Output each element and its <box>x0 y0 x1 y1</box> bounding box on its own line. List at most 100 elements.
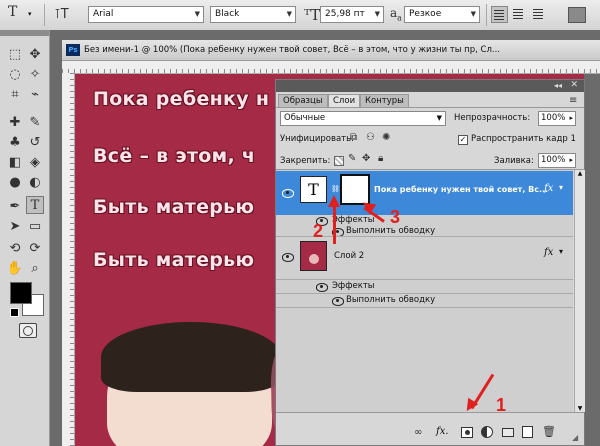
tab-layers[interactable]: Слои <box>328 94 361 108</box>
divider <box>276 307 573 308</box>
document-tab[interactable]: Ps Без имени-1 @ 100% (Пока ребенку нуже… <box>62 40 600 61</box>
canvas-text-line: Быть матерью <box>93 249 255 271</box>
visibility-eye-icon[interactable] <box>316 283 328 292</box>
hand-tool-icon[interactable]: ✋ <box>6 260 24 278</box>
chain-link-icon[interactable]: ⛓ <box>331 185 340 193</box>
layer-name[interactable]: Слой 2 <box>334 251 364 261</box>
text-layer-thumbnail[interactable]: T <box>300 176 327 203</box>
unify-style-icon[interactable]: ✺ <box>382 132 390 143</box>
paint-bucket-tool-icon[interactable]: ◈ <box>26 154 44 172</box>
effects-label: Эффекты <box>332 215 375 225</box>
align-center-icon[interactable] <box>510 6 527 23</box>
healing-brush-tool-icon[interactable]: ✚ <box>6 114 24 132</box>
align-left-icon[interactable] <box>491 6 508 23</box>
unify-position-icon[interactable]: ⧉ <box>350 132 357 143</box>
trash-icon[interactable]: 🗑︎ <box>542 425 556 438</box>
eyedropper-tool-icon[interactable]: ⌁ <box>26 86 44 104</box>
marquee-tool-icon[interactable]: ⬚ <box>6 46 24 64</box>
adjustment-icon[interactable] <box>481 426 493 438</box>
workspace-bg <box>50 30 600 40</box>
expand-effects-icon[interactable]: ▾ <box>559 183 563 192</box>
shape-tool-icon[interactable]: ▭ <box>26 218 44 236</box>
3d-rotate-tool-icon[interactable]: ⟲ <box>6 240 24 258</box>
ruler-vertical <box>62 73 75 446</box>
tab-paths[interactable]: Контуры <box>360 94 409 108</box>
image-layer-thumbnail[interactable] <box>300 241 327 271</box>
lock-pixels-icon[interactable]: ✎ <box>348 153 356 164</box>
default-colors-icon[interactable] <box>10 308 19 317</box>
crop-tool-icon[interactable]: ⌗ <box>6 86 24 104</box>
3d-orbit-tool-icon[interactable]: ⟳ <box>26 240 44 258</box>
propagate-label: Распространить кадр 1 <box>471 134 576 144</box>
zoom-tool-icon[interactable]: ⌕ <box>26 260 44 278</box>
collapse-icon[interactable]: ◂◂ <box>554 81 562 90</box>
panel-header: ◂◂ ✕ <box>276 80 584 92</box>
annotation-number: 3 <box>390 207 401 227</box>
expand-effects-icon[interactable]: ▾ <box>559 247 563 256</box>
magic-wand-tool-icon[interactable]: ✧ <box>26 66 44 84</box>
tab-swatches[interactable]: Образцы <box>278 94 328 108</box>
pen-tool-icon[interactable]: ✒ <box>6 198 24 216</box>
type-tool-icon[interactable]: T <box>8 4 17 20</box>
font-family-select[interactable]: Arial ▼ <box>88 6 204 23</box>
options-bar: T ▾ ⊺T Arial ▼ Black ▼ ᵀT 25,98 пт ▼ aa Рез… <box>0 0 600 31</box>
toolbox: ⬚ ✥ ◌ ✧ ⌗ ⌁ ✚ ✎ ♣ ↺ ◧ ◈ ● ◐ ✒ T ➤ ▭ ⟲ ⟳ … <box>0 30 50 446</box>
fill-input[interactable]: 100% ▸ <box>538 153 576 168</box>
canvas-text-line: Пока ребенку н <box>93 88 270 110</box>
fx-badge[interactable]: fx <box>544 183 553 194</box>
panel-menu-icon[interactable]: ≡ <box>569 95 577 106</box>
path-selection-tool-icon[interactable]: ➤ <box>6 218 24 236</box>
unify-label: Унифицировать: <box>280 134 355 144</box>
effect-stroke-row[interactable]: Выполнить обводку <box>276 294 573 307</box>
visibility-eye-icon[interactable] <box>282 189 294 198</box>
annotation-number: 1 <box>496 395 507 415</box>
font-size-select[interactable]: 25,98 пт ▼ <box>320 6 384 23</box>
lock-position-icon[interactable]: ✥ <box>362 153 370 164</box>
dodge-tool-icon[interactable]: ◐ <box>26 174 44 192</box>
move-tool-icon[interactable]: ✥ <box>26 46 44 64</box>
font-style-select[interactable]: Black ▼ <box>210 6 296 23</box>
orientation-toggle-icon[interactable]: ⊺T <box>54 6 72 24</box>
antialias-select[interactable]: Резкое ▼ <box>404 6 480 23</box>
visibility-eye-icon[interactable] <box>332 297 344 306</box>
effects-label: Эффекты <box>332 281 375 291</box>
lock-transparency-icon[interactable] <box>334 156 344 166</box>
document-title: Без имени-1 @ 100% (Пока ребенку нужен т… <box>84 45 500 55</box>
font-size-icon: ᵀT <box>304 6 321 24</box>
clone-stamp-tool-icon[interactable]: ♣ <box>6 134 24 152</box>
quick-mask-icon[interactable] <box>19 323 37 338</box>
history-brush-tool-icon[interactable]: ↺ <box>26 134 44 152</box>
layer-name[interactable]: Пока ребенку нужен твой совет, Вс... <box>374 185 548 194</box>
blur-tool-icon[interactable]: ● <box>6 174 24 192</box>
new-layer-icon[interactable] <box>522 426 533 438</box>
unify-visibility-icon[interactable]: ⚇ <box>366 132 375 143</box>
close-icon[interactable]: ✕ <box>570 80 578 90</box>
mask-icon[interactable] <box>461 427 473 438</box>
layers-panel: ◂◂ ✕ Образцы Слои Контуры ≡ Обычные ▼ Не… <box>275 79 585 446</box>
lock-all-icon[interactable]: 🔒︎ <box>378 153 383 164</box>
layer-row-image[interactable]: Слой 2 fx ▾ <box>276 237 573 279</box>
layer-row-text[interactable]: T ⛓ Пока ребенку нужен твой совет, Вс...… <box>276 171 573 215</box>
photoshop-icon: Ps <box>66 44 80 56</box>
tool-preset-dropdown-icon[interactable]: ▾ <box>28 10 32 18</box>
eraser-tool-icon[interactable]: ◧ <box>6 154 24 172</box>
layer-list-scrollbar[interactable]: ▲ ▼ <box>574 170 585 412</box>
separator <box>44 4 45 26</box>
effects-row[interactable]: Эффекты <box>276 280 573 293</box>
fx-badge[interactable]: fx <box>544 247 553 258</box>
foreground-color-swatch-front <box>10 282 32 304</box>
brush-tool-icon[interactable]: ✎ <box>26 114 44 132</box>
resize-grip-icon[interactable]: ◢ <box>572 433 578 442</box>
type-tool-icon[interactable]: T <box>26 196 44 214</box>
annotation-arrowhead <box>328 195 340 207</box>
align-right-icon[interactable] <box>529 6 546 23</box>
blend-mode-select[interactable]: Обычные ▼ <box>280 111 446 126</box>
fx-icon[interactable]: fx. <box>436 426 449 437</box>
propagate-checkbox[interactable]: ✓ <box>458 135 468 145</box>
folder-icon[interactable] <box>502 428 514 437</box>
opacity-input[interactable]: 100% ▸ <box>538 111 576 126</box>
text-color-swatch[interactable] <box>568 7 586 23</box>
lasso-tool-icon[interactable]: ◌ <box>6 66 24 84</box>
visibility-eye-icon[interactable] <box>282 253 294 262</box>
link-icon[interactable]: ∞ <box>414 427 422 438</box>
